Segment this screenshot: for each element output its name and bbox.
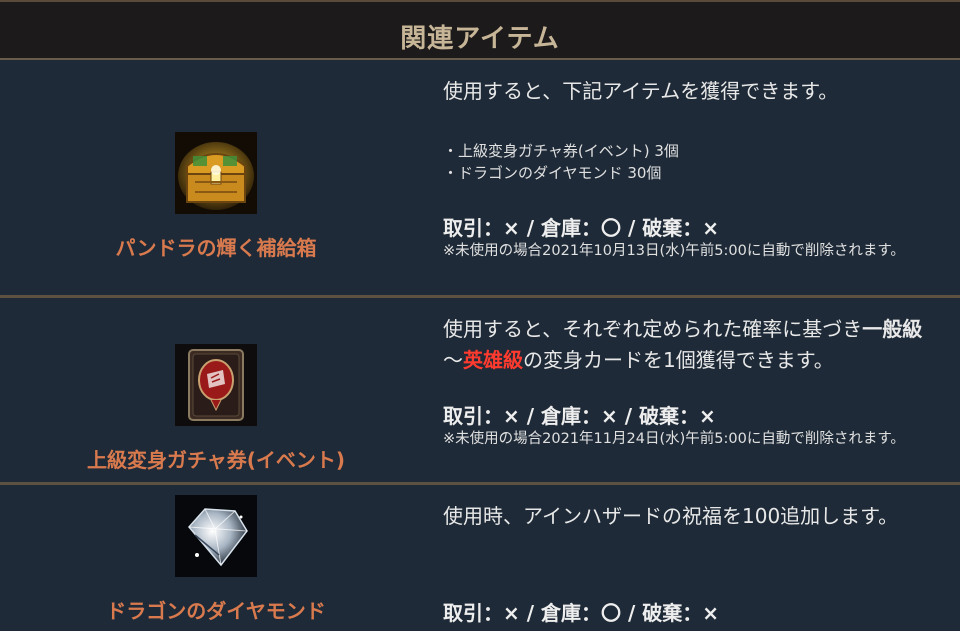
trade-info: 取引：× / 倉庫：〇 / 破棄：× — [443, 601, 719, 625]
item-row: パンドラの輝く補給箱 使用すると、下記アイテムを獲得できます。 ・上級変身ガチャ… — [0, 62, 960, 295]
description-text: の変身カードを1個獲得できます。 — [523, 348, 834, 372]
item-left-cell: 上級変身ガチャ券(イベント) — [0, 298, 432, 482]
item-name: パンドラの輝く補給箱 — [115, 236, 317, 260]
item-description: 使用すると、それぞれ定められた確率に基づき一般級 ～英雄級の変身カードを1個獲得… — [443, 314, 922, 376]
item-name: ドラゴンのダイヤモンド — [106, 599, 326, 623]
transform-card-icon — [175, 344, 257, 426]
tilde-text: ～ — [443, 348, 463, 372]
treasure-chest-icon — [175, 132, 257, 214]
diamond-icon — [175, 495, 257, 577]
item-description: 使用時、アインハザードの祝福を100追加します。 — [443, 504, 899, 528]
item-description: 使用すると、下記アイテムを獲得できます。 — [443, 79, 839, 103]
expiry-note: ※未使用の場合2021年11月24日(水)午前5:00に自動で削除されます。 — [443, 431, 905, 447]
trade-info: 取引：× / 倉庫：〇 / 破棄：× — [443, 216, 719, 240]
sub-item: ・ドラゴンのダイヤモンド 30個 — [443, 164, 662, 182]
item-row: 上級変身ガチャ券(イベント) 使用すると、それぞれ定められた確率に基づき一般級 … — [0, 298, 960, 482]
item-left-cell: パンドラの輝く補給箱 — [0, 62, 432, 295]
description-text: 使用すると、それぞれ定められた確率に基づき — [443, 317, 863, 341]
item-name: 上級変身ガチャ券(イベント) — [86, 448, 346, 472]
section-header: 関連アイテム — [0, 0, 960, 60]
item-left-cell: ドラゴンのダイヤモンド — [0, 485, 432, 631]
item-row: ドラゴンのダイヤモンド 使用時、アインハザードの祝福を100追加します。 取引：… — [0, 485, 960, 631]
expiry-note: ※未使用の場合2021年10月13日(水)午前5:00に自動で削除されます。 — [443, 243, 905, 259]
grade-normal: 一般級 — [862, 317, 923, 341]
trade-info: 取引：× / 倉庫：× / 破棄：× — [443, 404, 716, 428]
related-items-panel: 関連アイテム パンドラの輝く補給箱 使用すると、下記アイテムを獲得できます。 ・… — [0, 0, 960, 631]
section-title: 関連アイテム — [400, 23, 560, 54]
sub-item: ・上級変身ガチャ券(イベント) 3個 — [443, 142, 679, 160]
grade-hero: 英雄級 — [463, 348, 523, 372]
